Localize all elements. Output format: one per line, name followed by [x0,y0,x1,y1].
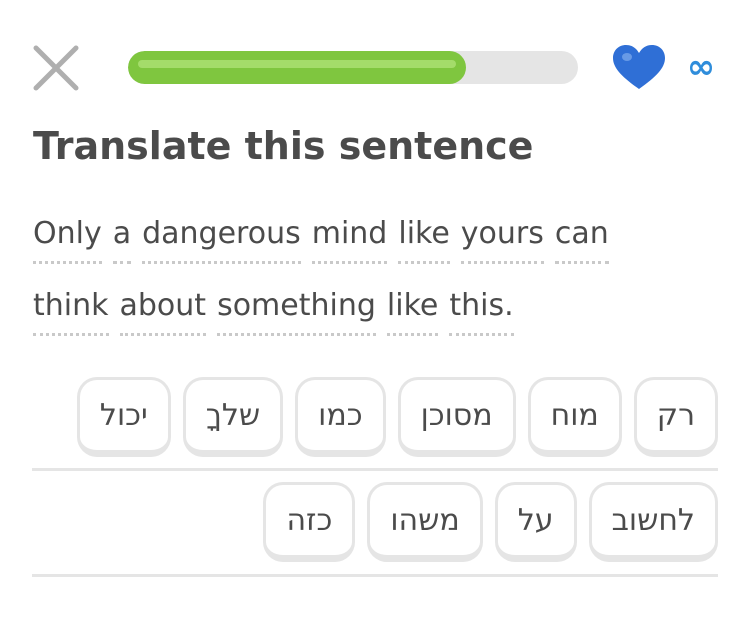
hearts-infinity-label: ∞ [686,47,716,87]
sentence-line: think about something like this. [33,288,514,338]
progress-bar-shine [138,60,456,68]
heart-icon [613,45,665,89]
word-tile[interactable]: מוח [527,377,622,457]
close-button[interactable] [32,44,80,92]
close-icon [33,45,79,91]
word-tile[interactable]: רק [633,377,718,457]
sentence-word[interactable]: this. [449,288,514,336]
sentence-line: Only a dangerous mind like yours can [33,216,609,266]
sentence-word[interactable]: mind [311,216,388,264]
answer-line [32,574,718,577]
sentence-word[interactable]: a [112,216,132,264]
page-title: Translate this sentence [33,124,534,168]
sentence-word[interactable]: think [33,288,109,336]
word-tile[interactable]: כמו [295,377,386,457]
sentence-word[interactable]: dangerous [142,216,301,264]
word-tile[interactable]: על [494,482,577,562]
word-tile[interactable]: לחשוב [588,482,718,562]
word-tile[interactable]: מסוכן [397,377,516,457]
sentence-word[interactable]: like [398,216,450,264]
word-tile[interactable]: כזה [263,482,356,562]
word-tile[interactable]: יכול [76,377,171,457]
word-tile[interactable]: משהו [367,482,483,562]
hearts-indicator[interactable] [612,44,666,92]
word-bank-row: רק מוח מסוכן כמו שלךָ יכול [76,377,718,457]
word-bank-row: לחשוב על משהו כזה [263,482,718,562]
progress-bar [128,51,578,84]
sentence-word[interactable]: Only [33,216,102,264]
sentence-word[interactable]: yours [460,216,544,264]
answer-line [32,468,718,471]
sentence-word[interactable]: about [119,288,207,336]
sentence-word[interactable]: something [217,288,376,336]
word-tile[interactable]: שלךָ [182,377,284,457]
sentence-word[interactable]: can [554,216,609,264]
sentence-word[interactable]: like [386,288,439,336]
